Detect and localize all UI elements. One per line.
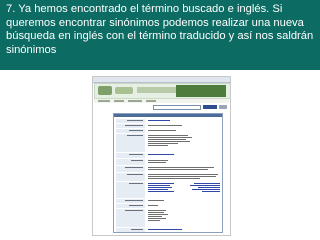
field-label	[116, 209, 145, 227]
field-value	[148, 183, 220, 193]
field-value	[148, 130, 176, 132]
table-header	[114, 114, 222, 117]
field-label	[116, 153, 145, 158]
embedded-screenshot	[92, 76, 231, 236]
field-value	[148, 229, 182, 231]
field-label	[116, 124, 145, 128]
field-value	[148, 160, 168, 164]
table-row	[114, 119, 222, 123]
table-row	[114, 134, 222, 152]
table-row	[114, 166, 222, 172]
field-value	[148, 154, 174, 156]
site-banner	[94, 83, 230, 99]
nav-link[interactable]	[114, 100, 124, 102]
field-value	[148, 120, 170, 122]
field-label	[116, 129, 145, 133]
table-row	[114, 199, 222, 203]
field-value	[148, 210, 168, 222]
term-record-table	[113, 113, 223, 233]
table-row	[114, 228, 222, 232]
table-row	[114, 173, 222, 181]
field-value	[148, 205, 158, 207]
table-row	[114, 209, 222, 227]
caption-banner: 7. Ya hemos encontrado el término buscad…	[0, 0, 320, 70]
site-nav	[94, 99, 229, 103]
table-row	[114, 153, 222, 158]
field-value	[148, 200, 164, 202]
search-input[interactable]	[153, 105, 201, 110]
field-label	[116, 119, 145, 123]
leaf-icon	[98, 86, 112, 95]
field-label	[116, 182, 145, 198]
field-label	[116, 173, 145, 181]
field-label	[116, 228, 145, 232]
slide-caption: 7. Ya hemos encontrado el término buscad…	[6, 3, 314, 56]
table-row	[114, 182, 222, 198]
field-label	[116, 199, 145, 203]
field-value	[148, 167, 214, 171]
field-label	[116, 159, 145, 165]
search-bar	[153, 105, 229, 110]
banner-title	[137, 87, 177, 93]
nav-link[interactable]	[128, 100, 142, 102]
field-value	[148, 135, 192, 147]
field-label	[116, 204, 145, 208]
nav-link[interactable]	[146, 100, 156, 102]
table-row	[114, 129, 222, 133]
banner-graphic	[115, 87, 133, 94]
field-value	[148, 125, 182, 127]
table-row	[114, 124, 222, 128]
field-value	[148, 174, 218, 180]
search-button[interactable]	[203, 105, 217, 109]
site-logo	[176, 85, 226, 97]
field-label	[116, 134, 145, 152]
options-button[interactable]	[219, 105, 227, 109]
table-row	[114, 159, 222, 165]
field-label	[116, 166, 145, 172]
nav-link[interactable]	[98, 100, 110, 102]
table-row	[114, 204, 222, 208]
